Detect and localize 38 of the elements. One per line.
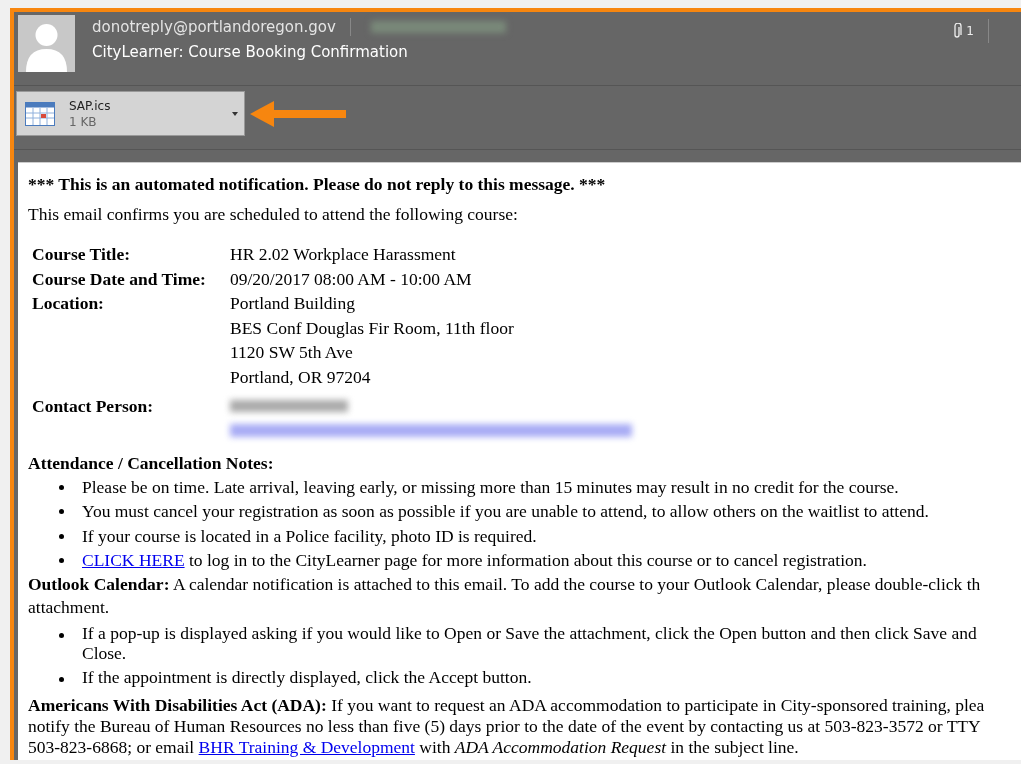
calendar-icon	[25, 101, 55, 126]
dropdown-caret-icon[interactable]	[232, 111, 238, 116]
bullet-text: CLICK HERE to log in to the CityLearner page for more information about this course or to cancel registration.	[82, 549, 867, 573]
paragraph-text: Outlook Calendar: A calendar notification is attached to this email. To add the course to your Outlook Calendar, please double-click th attachment.	[28, 572, 982, 619]
bullet-text: If the appointment is directly displayed, click the Accept button.	[82, 666, 532, 687]
intro-text: This email confirms you are scheduled to attend the following course:	[28, 204, 519, 225]
bullet-icon	[59, 632, 64, 638]
detail-value: Portland Building	[230, 292, 356, 316]
attachment-count: 1	[966, 24, 974, 38]
bullet-text: Please be on time. Late arrival, leaving early, or missing more than 15 minutes may result in no credit for the course.	[82, 475, 899, 499]
detail-label: Location:	[32, 292, 105, 316]
paperclip-icon	[952, 23, 963, 39]
detail-value: 1120 SW 5th Ave	[230, 341, 354, 365]
bullet-text: You must cancel your registration as soon as possible if you are unable to attend, to allow others on the waitlist to attend.	[82, 500, 929, 524]
bullet-icon	[59, 484, 64, 490]
bullet-text: If your course is located in a Police facility, photo ID is required.	[82, 524, 537, 548]
paragraph-text: Americans With Disabilities Act (ADA): If you want to request an ADA accommodation to participate in City-sponsored training, plea notify the Bureau of Human Resources no less than five (5) days prior to the date of the event by contacting us at 503-823-3572 or TTY 503-823-6868; or email BHR Training & Development with ADA Accommodation Request in the subject line.	[28, 694, 986, 758]
bullet-icon	[59, 533, 64, 539]
bullet-icon	[59, 558, 64, 564]
detail-label: Course Title:	[32, 243, 132, 266]
bullet-text: If a pop-up is displayed asking if you would like to Open or Save the attachment, click the Open button and then click Save and Close.	[82, 622, 978, 663]
attachment-name: SAP.ics	[69, 98, 112, 113]
sender-address: donotreply@portlandoregon.gov	[92, 18, 351, 36]
detail-value: 09/20/2017 08:00 AM - 10:00 AM	[230, 267, 472, 291]
attachment-button[interactable]: SAP.ics 1 KB	[16, 91, 245, 136]
detail-value: BES Conf Douglas Fir Room, 11th floor	[230, 316, 514, 340]
click-here-link[interactable]: CLICK HERE	[82, 550, 185, 571]
notice-text: *** This is an automated notification. Please do not reply to this message. ***	[28, 174, 607, 195]
bullet-icon	[59, 676, 64, 682]
bullet-icon	[59, 509, 64, 515]
detail-label: Course Date and Time:	[32, 267, 207, 291]
detail-value: HR 2.02 Workplace Harassment	[230, 243, 456, 266]
detail-label: Contact Person:	[32, 394, 154, 418]
attachment-size: 1 KB	[69, 114, 98, 129]
section-heading: Attendance / Cancellation Notes:	[28, 451, 275, 475]
email-subject: CityLearner: Course Booking Confirmation	[92, 43, 409, 61]
email-link[interactable]: BHR Training & Development	[198, 736, 415, 757]
detail-value: Portland, OR 97204	[230, 365, 372, 389]
